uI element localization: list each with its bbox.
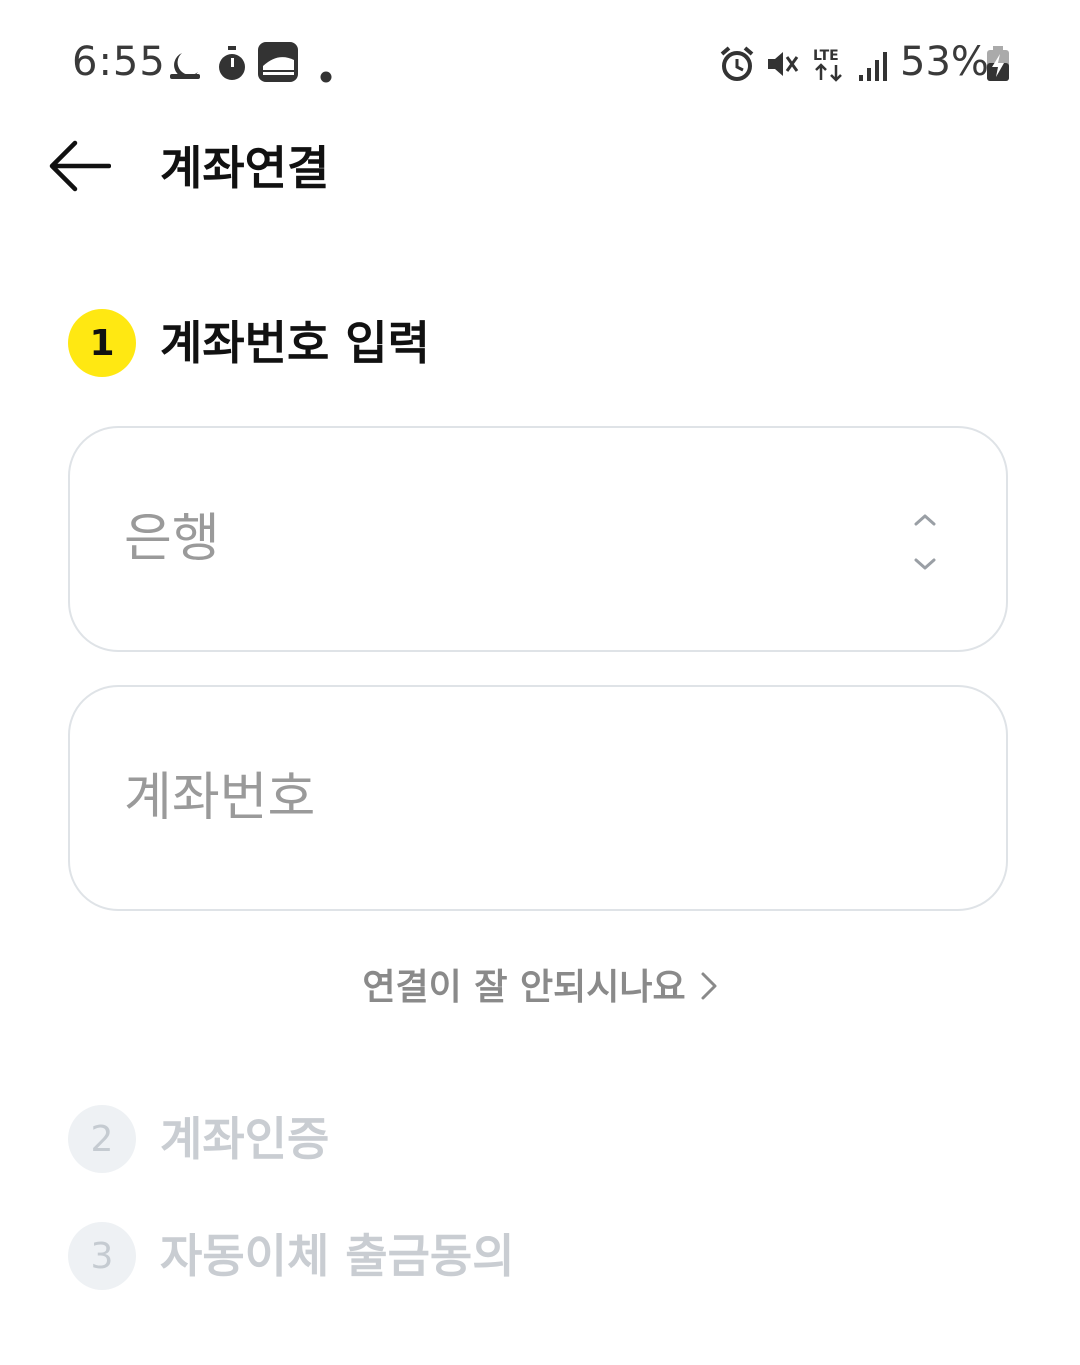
- moon-icon: [170, 53, 200, 79]
- mute-vibrate-icon: [768, 52, 799, 76]
- chevron-up-down-icon: [914, 514, 936, 570]
- battery-percent: 53%: [900, 39, 989, 85]
- arrow-left-icon: [49, 140, 111, 192]
- ktx-app-icon: [258, 42, 298, 82]
- lte-icon: LTE: [813, 48, 842, 82]
- connection-help-link[interactable]: 연결이 잘 안되시나요: [0, 960, 1080, 1016]
- signal-icon: [859, 52, 887, 81]
- page-title: 계좌연결: [160, 141, 330, 195]
- bank-select[interactable]: 은행: [68, 426, 1008, 652]
- account-number-input[interactable]: 계좌번호: [68, 685, 1008, 911]
- step-1-badge: 1: [68, 309, 136, 377]
- bank-select-placeholder: 은행: [124, 509, 220, 569]
- svg-text:LTE: LTE: [813, 48, 839, 64]
- step-1-label: 계좌번호 입력: [160, 316, 430, 370]
- step-3-label: 자동이체 출금동의: [160, 1229, 515, 1283]
- step-3-badge: 3: [68, 1222, 136, 1290]
- step-1: 1 계좌번호 입력: [68, 309, 430, 377]
- status-time: 6:55: [72, 39, 166, 85]
- account-number-placeholder: 계좌번호: [124, 768, 316, 828]
- battery-charging-icon: [987, 46, 1009, 81]
- status-bar: 6:55 LTE 53%: [0, 0, 1080, 120]
- alarm-icon: [720, 46, 754, 81]
- notification-dot-icon: [320, 71, 332, 83]
- back-button[interactable]: [40, 130, 120, 202]
- step-2: 2 계좌인증: [68, 1105, 329, 1173]
- connection-help-label: 연결이 잘 안되시나요: [362, 967, 686, 1008]
- step-3: 3 자동이체 출금동의: [68, 1222, 515, 1290]
- step-2-badge: 2: [68, 1105, 136, 1173]
- step-2-label: 계좌인증: [160, 1112, 330, 1166]
- chevron-right-icon: [701, 972, 717, 1000]
- stopwatch-icon: [219, 46, 245, 80]
